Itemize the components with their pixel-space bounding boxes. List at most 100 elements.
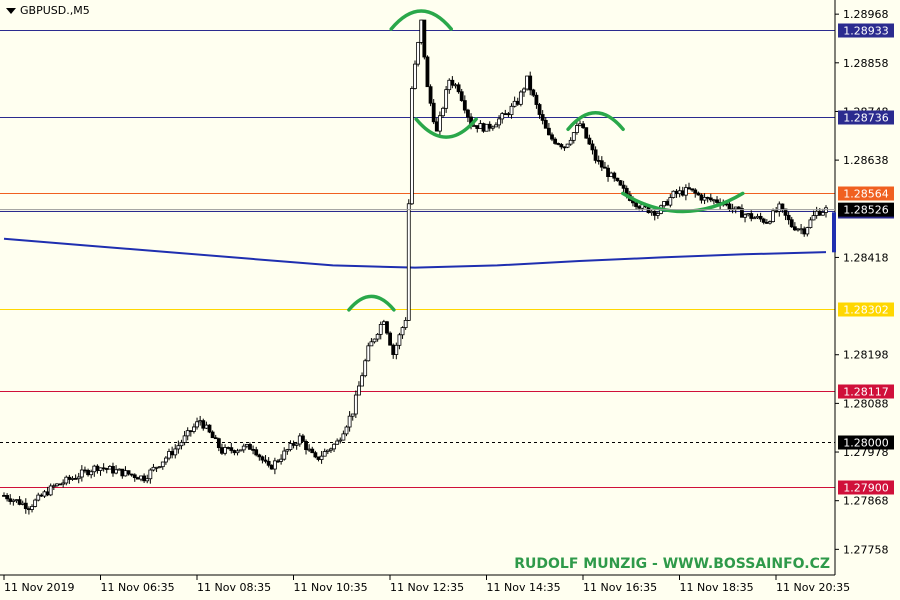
candle-body — [213, 437, 218, 440]
candle-body — [618, 180, 623, 186]
candle-body — [637, 206, 642, 209]
candle-body — [649, 210, 654, 214]
candle-body — [578, 123, 582, 126]
candle-body — [198, 420, 203, 423]
candle-body — [347, 415, 352, 428]
candle-body — [615, 177, 620, 182]
candle-body — [27, 508, 31, 511]
candle-body — [104, 468, 109, 470]
candle-body — [634, 202, 638, 207]
x-tick-label: 11 Nov 2019 — [4, 581, 74, 594]
symbol-title[interactable]: GBPUSD.,M5 — [6, 4, 90, 17]
candle-body — [120, 468, 125, 477]
y-tick-label: 1.27868 — [843, 495, 889, 508]
candle-body — [241, 445, 246, 451]
candle-body — [36, 494, 41, 501]
candle-body — [89, 471, 94, 476]
candle-body — [662, 201, 666, 207]
x-tick-label: 11 Nov 12:35 — [390, 581, 464, 594]
candle-body — [369, 341, 374, 347]
candle-body — [543, 119, 548, 129]
candle-body — [487, 123, 492, 129]
candle-body — [777, 203, 782, 212]
candle-body — [279, 458, 284, 462]
candle-body — [357, 385, 361, 396]
candle-body — [612, 172, 617, 179]
candle-body — [229, 447, 234, 451]
candle-body — [310, 448, 315, 454]
candle-body — [478, 123, 483, 129]
candle-body — [696, 192, 701, 196]
candle-body — [322, 451, 327, 457]
candle-body — [2, 494, 6, 497]
candle-body — [338, 439, 343, 442]
candle-body — [350, 413, 355, 417]
candle-body — [145, 478, 150, 482]
symbol-label: GBPUSD.,M5 — [20, 4, 90, 17]
candle-body — [388, 332, 392, 346]
candle-body — [394, 344, 399, 355]
candle-body — [132, 474, 137, 479]
candle-body — [425, 56, 430, 88]
candle-body — [304, 441, 308, 450]
candle-body — [512, 100, 517, 107]
candle-body — [590, 143, 595, 151]
candle-body — [195, 421, 199, 428]
level-tag-label: 1.28000 — [843, 437, 889, 450]
candle-body — [596, 159, 601, 162]
candle-body — [453, 84, 458, 87]
candle-body — [58, 483, 62, 486]
candle-body — [599, 160, 604, 168]
candle-body — [571, 132, 576, 141]
candle-body — [297, 435, 302, 445]
candle-body — [422, 19, 427, 58]
candle-body — [61, 482, 66, 485]
candle-body — [254, 449, 259, 456]
candle-body — [758, 215, 763, 220]
candle-body — [95, 465, 100, 471]
x-axis-ticks: 11 Nov 2019 11 Nov 06:35 11 Nov 08:35 11 No… — [3, 575, 850, 594]
candle-body — [135, 477, 140, 480]
candle-body — [786, 214, 791, 221]
y-axis-ticks: 1.289681.288581.287481.286381.284181.281… — [835, 8, 889, 556]
candle-body — [397, 334, 402, 346]
candle-body — [459, 91, 464, 101]
candle-body — [73, 478, 78, 480]
level-tag-label: 1.27900 — [843, 482, 889, 495]
candle-body — [677, 190, 682, 195]
annotation-arc — [414, 117, 478, 139]
candle-body — [553, 138, 558, 144]
candle-body — [428, 86, 433, 104]
x-tick-label: 11 Nov 18:35 — [680, 581, 754, 594]
price-chart[interactable]: 1.289681.288581.287481.286381.284181.281… — [0, 0, 900, 600]
candle-body — [752, 217, 757, 220]
candle-body — [385, 321, 389, 334]
candle-body — [360, 375, 364, 387]
candle-body — [353, 394, 358, 415]
candle-body — [568, 139, 573, 145]
candle-body — [248, 444, 252, 450]
candle-body — [335, 440, 340, 445]
candle-body — [48, 485, 53, 496]
candle-body — [712, 199, 716, 202]
candle-body — [534, 94, 539, 105]
candle-body — [30, 506, 34, 510]
candle-body — [148, 469, 153, 480]
candle-body — [142, 475, 147, 482]
candle-body — [780, 203, 785, 210]
candle-body — [313, 452, 318, 458]
dropdown-triangle-icon[interactable] — [6, 7, 16, 14]
candle-body — [260, 456, 265, 461]
candle-body — [372, 338, 377, 343]
candle-body — [83, 469, 87, 472]
candle-body — [796, 228, 800, 231]
level-lines — [0, 30, 835, 488]
candle-body — [537, 104, 542, 115]
candle-body — [749, 213, 754, 219]
candle-body — [257, 454, 262, 458]
candle-body — [210, 431, 215, 439]
candle-body — [400, 327, 405, 336]
candle-body — [490, 126, 495, 129]
candle-body — [164, 457, 168, 463]
candle-body — [702, 196, 707, 201]
